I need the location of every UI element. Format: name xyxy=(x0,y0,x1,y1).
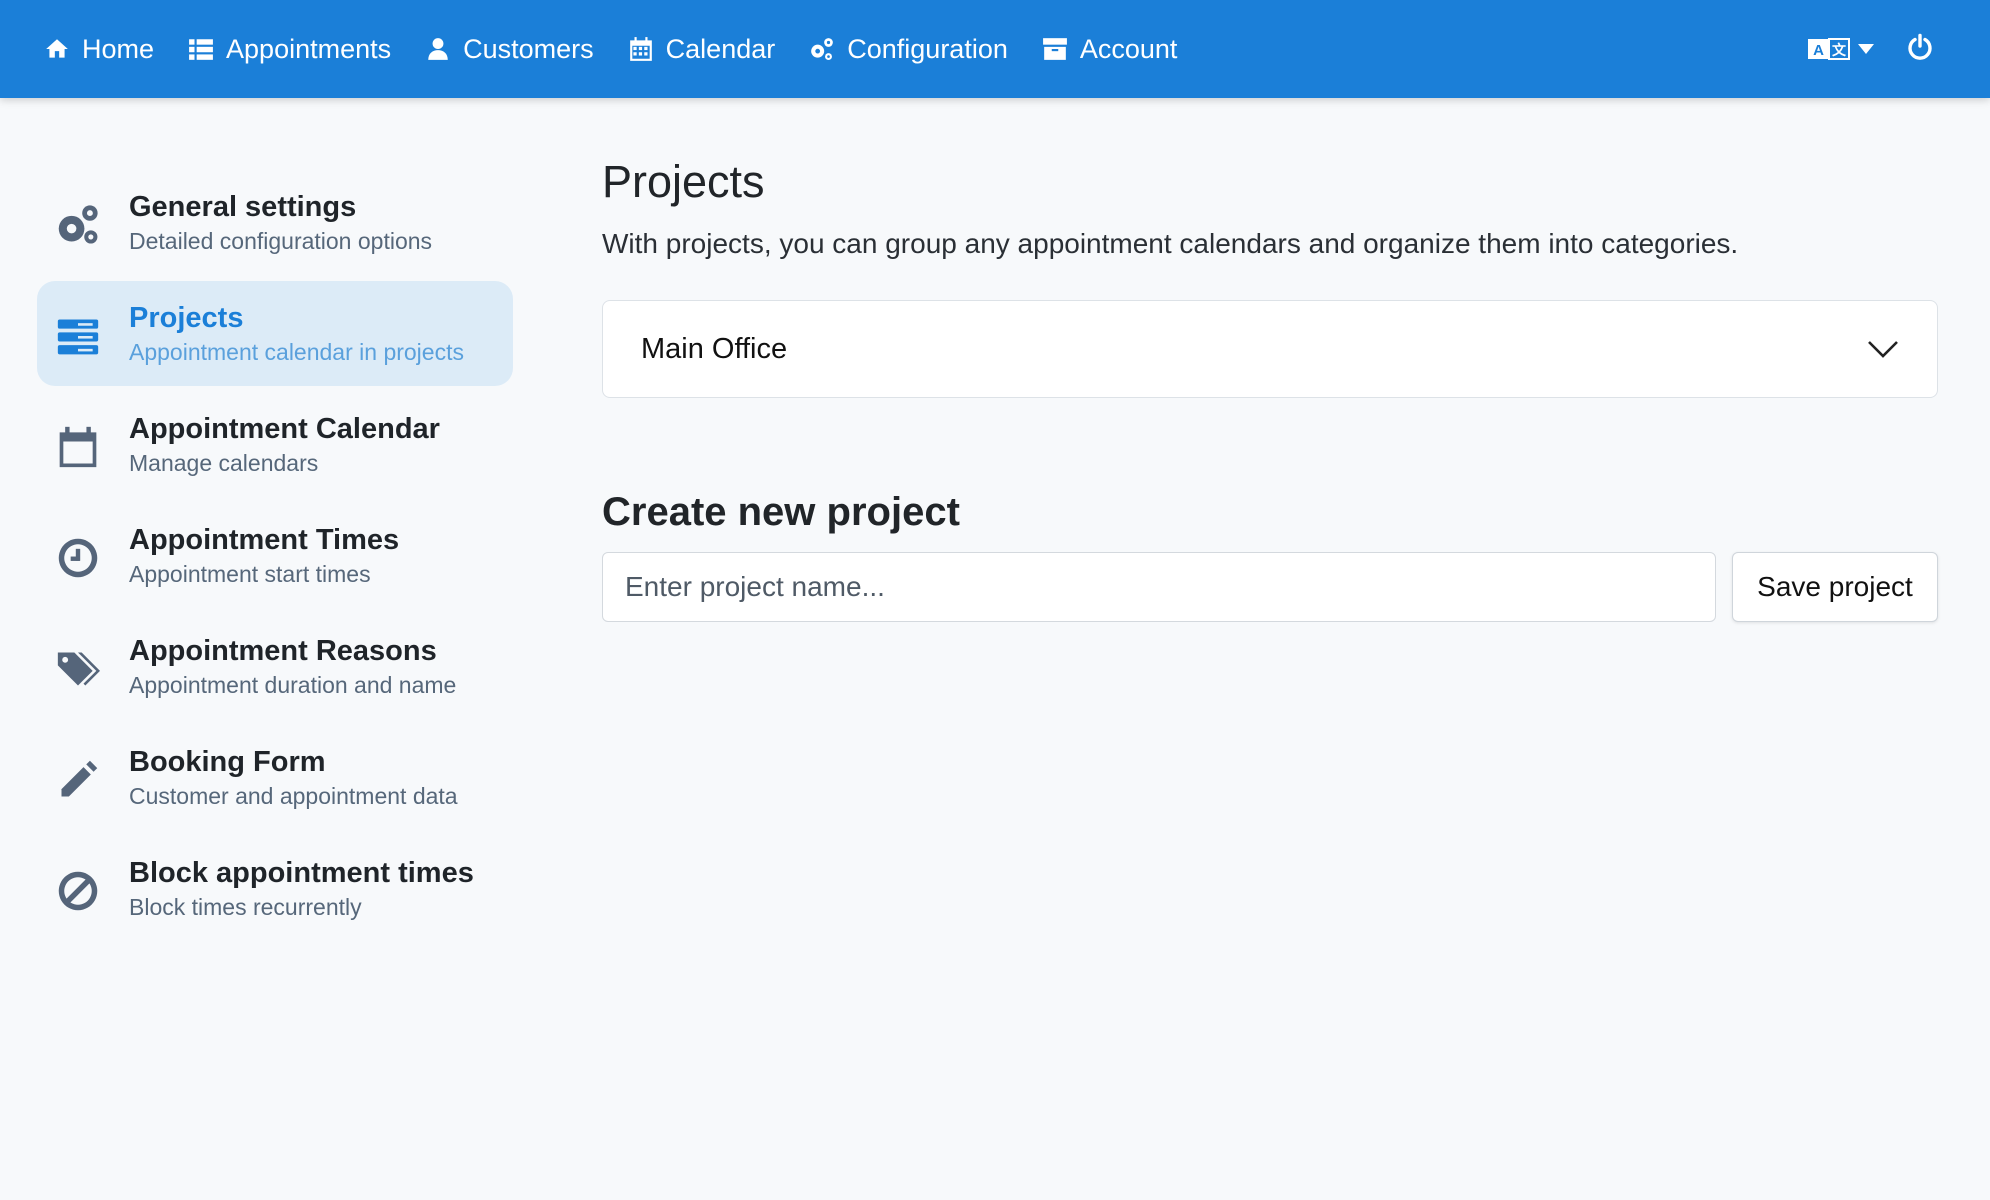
nav-calendar[interactable]: Calendar xyxy=(628,0,776,98)
sidebar-item-text: Projects Appointment calendar in project… xyxy=(129,301,464,369)
sidebar-item-title: Projects xyxy=(129,302,244,334)
nav-configuration-label: Configuration xyxy=(847,33,1008,64)
nav-customers-label: Customers xyxy=(463,33,594,64)
sidebar-item-projects[interactable]: Projects Appointment calendar in project… xyxy=(37,281,513,386)
user-icon xyxy=(428,38,448,60)
main-content: Projects With projects, you can group an… xyxy=(602,152,1938,622)
pencil-icon xyxy=(55,757,101,803)
nav-appointments[interactable]: Appointments xyxy=(188,0,391,98)
language-icon: A 文 xyxy=(1808,38,1850,60)
sidebar-item-title: Block appointment times xyxy=(129,857,474,889)
sidebar-item-text: Booking Form Customer and appointment da… xyxy=(129,745,458,813)
clock-icon xyxy=(55,535,101,581)
top-navbar: Home Appointments Customers Calendar Con… xyxy=(0,0,1990,98)
ban-icon xyxy=(55,868,101,914)
sidebar-item-appointment-reasons[interactable]: Appointment Reasons Appointment duration… xyxy=(37,614,513,719)
home-icon xyxy=(46,39,68,58)
sidebar-item-block-times[interactable]: Block appointment times Block times recu… xyxy=(37,836,513,941)
save-project-button[interactable]: Save project xyxy=(1732,552,1938,622)
nav-account-label: Account xyxy=(1079,33,1178,64)
list-icon xyxy=(189,39,213,60)
nav-configuration[interactable]: Configuration xyxy=(809,0,1008,98)
page-description: With projects, you can group any appoint… xyxy=(602,228,1739,259)
cogs-icon xyxy=(811,38,834,61)
archive-icon xyxy=(1042,38,1067,60)
sidebar-item-subtitle: Block times recurrently xyxy=(129,894,362,920)
sidebar-item-appointment-times[interactable]: Appointment Times Appointment start time… xyxy=(37,503,513,608)
sidebar-item-text: General settings Detailed configuration … xyxy=(129,190,432,258)
project-select-label: Main Office xyxy=(641,332,788,365)
main-nav: Home Appointments Customers Calendar Con… xyxy=(44,0,1211,98)
topbar-right: A 文 xyxy=(1808,0,1990,98)
project-select[interactable]: Main Office xyxy=(602,300,1938,398)
sidebar-item-title: General settings xyxy=(129,191,357,223)
sidebar-item-subtitle: Appointment duration and name xyxy=(129,672,457,698)
svg-text:A: A xyxy=(1813,42,1824,59)
sidebar-item-title: Booking Form xyxy=(129,746,326,778)
nav-customers[interactable]: Customers xyxy=(425,0,594,98)
sidebar-item-text: Block appointment times Block times recu… xyxy=(129,856,474,924)
sidebar-item-subtitle: Appointment start times xyxy=(129,561,371,587)
logout-button[interactable] xyxy=(1906,33,1934,66)
sidebar-item-booking-form[interactable]: Booking Form Customer and appointment da… xyxy=(37,725,513,830)
nav-appointments-label: Appointments xyxy=(226,33,392,64)
calendar-icon xyxy=(55,424,101,470)
nav-home[interactable]: Home xyxy=(44,0,154,98)
nav-account[interactable]: Account xyxy=(1042,0,1178,98)
create-project-heading: Create new project xyxy=(602,490,960,534)
nav-calendar-label: Calendar xyxy=(665,33,776,64)
caret-down-icon xyxy=(1858,44,1874,54)
sidebar-item-text: Appointment Calendar Manage calendars xyxy=(129,412,440,480)
cogs-icon xyxy=(55,202,101,248)
sidebar-item-appointment-calendar[interactable]: Appointment Calendar Manage calendars xyxy=(37,392,513,497)
settings-sidebar: General settings Detailed configuration … xyxy=(37,170,513,947)
sidebar-item-subtitle: Customer and appointment data xyxy=(129,783,458,809)
language-dropdown[interactable]: A 文 xyxy=(1808,35,1874,63)
sidebar-item-title: Appointment Reasons xyxy=(129,635,437,667)
chevron-down-icon xyxy=(1868,341,1898,358)
sidebar-item-general-settings[interactable]: General settings Detailed configuration … xyxy=(37,170,513,275)
sidebar-item-title: Appointment Calendar xyxy=(129,413,440,445)
sidebar-item-text: Appointment Reasons Appointment duration… xyxy=(129,634,456,702)
calendar-icon xyxy=(629,37,652,61)
server-icon xyxy=(55,313,101,359)
sidebar-item-text: Appointment Times Appointment start time… xyxy=(129,523,399,591)
create-project-form: Save project xyxy=(602,552,1938,622)
nav-home-label: Home xyxy=(82,33,155,64)
page-title: Projects xyxy=(602,156,765,207)
sidebar-item-subtitle: Manage calendars xyxy=(129,450,319,476)
sidebar-item-subtitle: Detailed configuration options xyxy=(129,228,433,254)
svg-text:文: 文 xyxy=(1832,42,1847,59)
sidebar-item-title: Appointment Times xyxy=(129,524,400,556)
sidebar-item-subtitle: Appointment calendar in projects xyxy=(129,339,464,365)
power-icon xyxy=(1908,33,1932,60)
project-name-input[interactable] xyxy=(602,552,1716,622)
tags-icon xyxy=(55,646,101,692)
